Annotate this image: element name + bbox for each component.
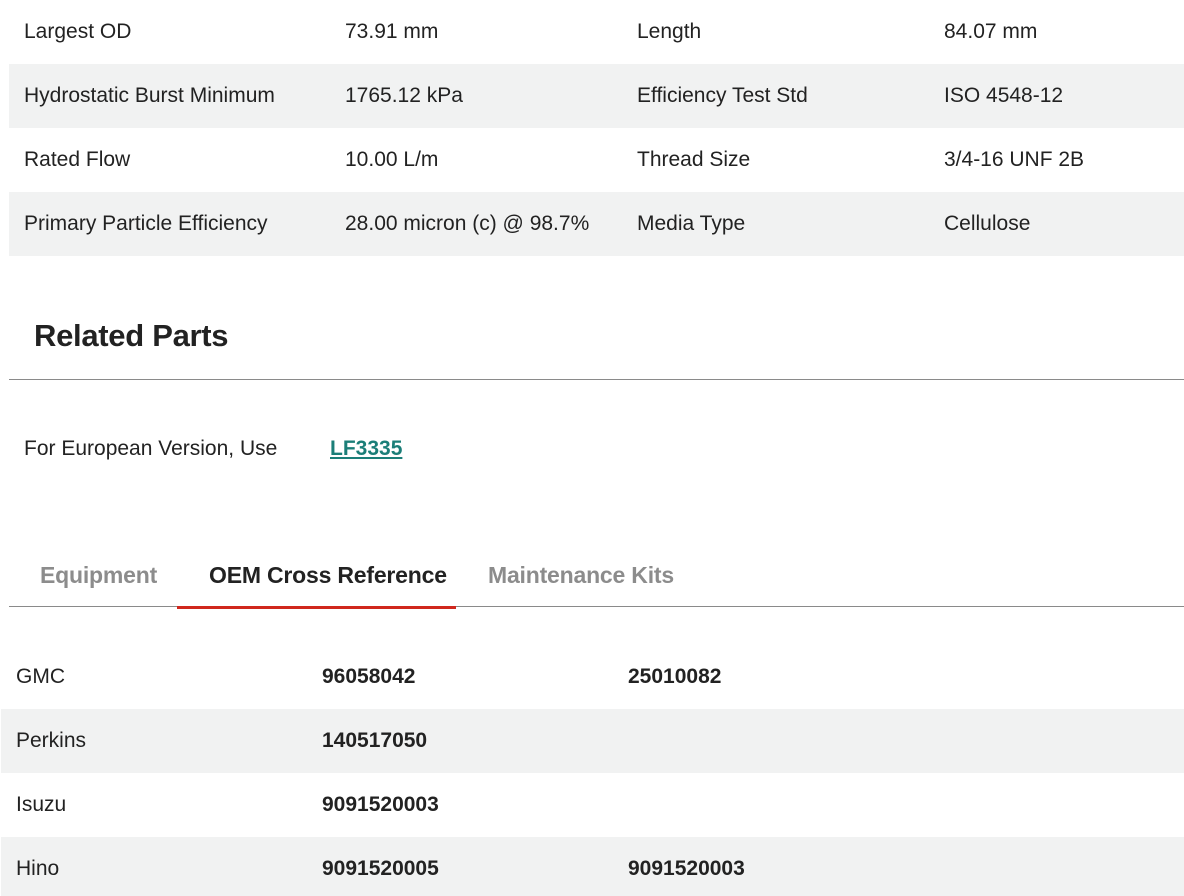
spec-label: Efficiency Test Std <box>637 84 808 107</box>
tab-maintenance-kits[interactable]: Maintenance Kits <box>488 562 674 589</box>
spec-value: 1765.12 kPa <box>345 84 463 107</box>
section-divider <box>9 379 1184 380</box>
table-row: GMC 96058042 25010082 <box>1 645 1184 709</box>
oem-brand: Isuzu <box>16 793 67 816</box>
spec-label: Length <box>637 20 702 43</box>
spec-label: Primary Particle Efficiency <box>24 212 268 235</box>
spec-row: Rated Flow 10.00 L/m Thread Size 3/4-16 … <box>9 128 1184 192</box>
table-row: Perkins 140517050 <box>1 709 1184 773</box>
oem-brand: GMC <box>16 665 65 688</box>
spec-value: Cellulose <box>944 212 1031 235</box>
product-detail-page: Largest OD 73.91 mm Length 84.07 mm Hydr… <box>0 0 1184 896</box>
spec-value: 3/4-16 UNF 2B <box>944 148 1085 171</box>
spec-value: 73.91 mm <box>345 20 439 43</box>
spec-value: 84.07 mm <box>944 20 1038 43</box>
tab-equipment[interactable]: Equipment <box>40 562 157 589</box>
active-tab-indicator <box>177 606 456 609</box>
related-part-link[interactable]: LF3335 <box>330 437 402 461</box>
table-row: Hino 9091520005 9091520003 <box>1 837 1184 896</box>
spec-label: Largest OD <box>24 20 132 43</box>
oem-brand: Hino <box>16 857 60 880</box>
spec-label: Hydrostatic Burst Minimum <box>24 84 275 107</box>
tab-oem-cross-reference[interactable]: OEM Cross Reference <box>209 562 447 589</box>
spec-row: Largest OD 73.91 mm Length 84.07 mm <box>9 0 1184 64</box>
oem-part-number: 9091520005 <box>322 857 439 880</box>
spec-value: ISO 4548-12 <box>944 84 1064 107</box>
related-parts-heading: Related Parts <box>34 318 229 353</box>
spec-value: 28.00 micron (c) @ 98.7% <box>345 212 590 235</box>
spec-label: Thread Size <box>637 148 751 171</box>
oem-part-number: 9091520003 <box>322 793 439 816</box>
spec-row: Hydrostatic Burst Minimum 1765.12 kPa Ef… <box>9 64 1184 128</box>
related-part-label: For European Version, Use <box>24 437 278 460</box>
oem-brand: Perkins <box>16 729 87 752</box>
spec-label: Rated Flow <box>24 148 131 171</box>
oem-part-number: 96058042 <box>322 665 416 688</box>
spec-value: 10.00 L/m <box>345 148 439 171</box>
oem-part-number: 140517050 <box>322 729 428 752</box>
spec-row: Primary Particle Efficiency 28.00 micron… <box>9 192 1184 256</box>
oem-part-number: 25010082 <box>628 665 722 688</box>
table-row: Isuzu 9091520003 <box>1 773 1184 837</box>
oem-part-number: 9091520003 <box>628 857 745 880</box>
oem-cross-reference-table: GMC 96058042 25010082 Perkins 140517050 … <box>1 645 1184 896</box>
specs-table: Largest OD 73.91 mm Length 84.07 mm Hydr… <box>9 0 1184 256</box>
spec-label: Media Type <box>637 212 746 235</box>
